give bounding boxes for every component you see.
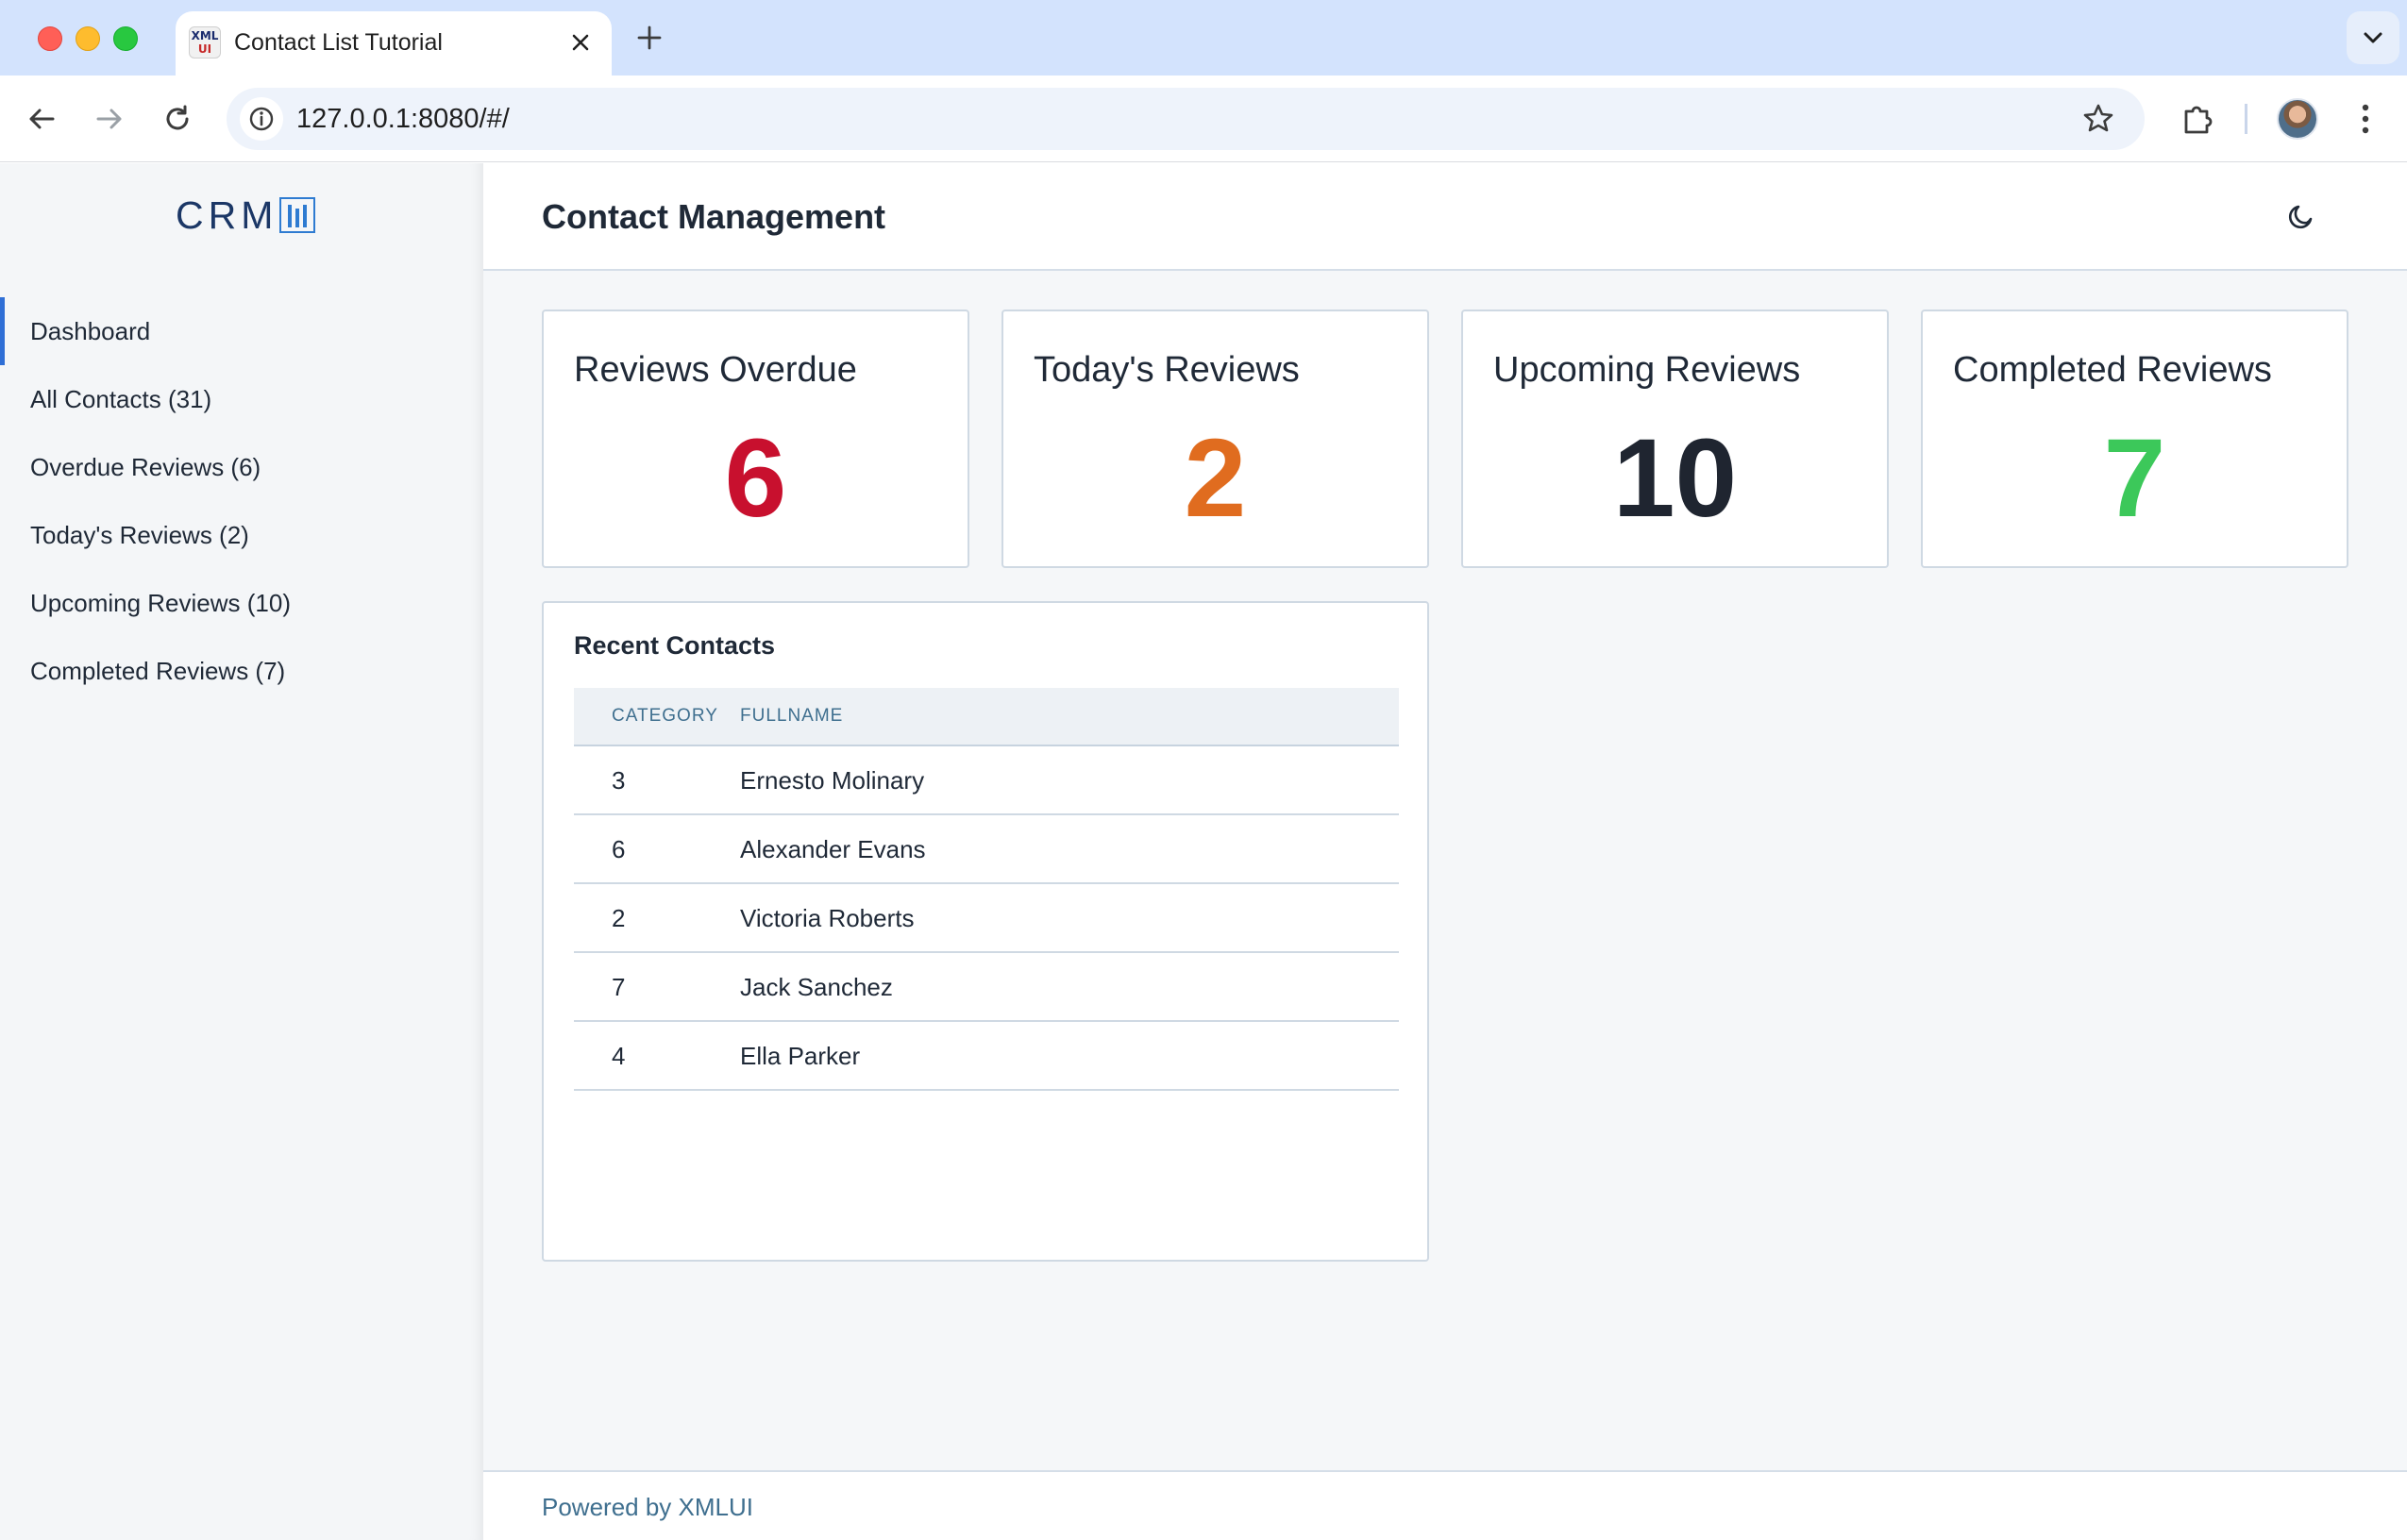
column-header-category[interactable]: CATEGORY [612,688,718,745]
app-header: Contact Management [483,163,2407,271]
card-value: 7 [2103,416,2166,541]
table-row[interactable]: 2 Victoria Roberts [574,884,1399,953]
card-label: Reviews Overdue [574,350,857,390]
dark-mode-moon-icon[interactable] [2282,197,2320,235]
sidebar-nav: Dashboard All Contacts (31) Overdue Revi… [0,297,483,705]
sidebar-item-completed-reviews[interactable]: Completed Reviews (7) [0,637,483,705]
powered-by-text: Powered by XMLUI [542,1493,753,1521]
profile-avatar[interactable] [2277,98,2318,140]
card-completed-reviews[interactable]: Completed Reviews 7 [1921,310,2348,568]
url-text[interactable]: 127.0.0.1:8080/#/ [296,101,510,137]
table-row[interactable]: 3 Ernesto Molinary [574,746,1399,815]
reload-icon[interactable] [159,100,196,138]
card-label: Today's Reviews [1034,350,1300,390]
toolbar-divider [2245,104,2247,134]
more-options-kebab-icon[interactable] [2347,98,2384,140]
cell-fullname: Jack Sanchez [740,973,893,1001]
browser-tab-active[interactable]: XML UI Contact List Tutorial [176,11,612,75]
sidebar-item-all-contacts[interactable]: All Contacts (31) [0,365,483,433]
sidebar-item-upcoming-reviews[interactable]: Upcoming Reviews (10) [0,569,483,637]
browser-tab-strip: XML UI Contact List Tutorial [0,0,2407,75]
sidebar-item-overdue-reviews[interactable]: Overdue Reviews (6) [0,433,483,501]
cell-category: 4 [612,1042,626,1070]
cell-category: 2 [612,904,626,932]
logo-bars-icon [279,197,316,233]
tab-title: Contact List Tutorial [234,29,443,56]
card-label: Upcoming Reviews [1493,350,1801,390]
recent-contacts-panel: Recent Contacts CATEGORY FULLNAME 3 Erne… [542,601,1429,1262]
column-header-fullname[interactable]: FULLNAME [740,688,843,745]
cell-fullname: Victoria Roberts [740,904,915,932]
xmlui-favicon-icon: XML UI [189,26,221,59]
main-content: Contact Management Reviews Overdue 6 Tod… [483,163,2407,1540]
card-upcoming-reviews[interactable]: Upcoming Reviews 10 [1461,310,1889,568]
card-label: Completed Reviews [1953,350,2272,390]
table-row[interactable]: 7 Jack Sanchez [574,953,1399,1022]
card-value: 2 [1184,416,1247,541]
card-todays-reviews[interactable]: Today's Reviews 2 [1002,310,1429,568]
recent-contacts-title: Recent Contacts [574,631,776,660]
app-root: CRM Dashboard All Contacts (31) Overdue … [0,163,2407,1540]
maximize-window-button[interactable] [113,26,138,51]
tab-search-chevron-down-icon[interactable] [2347,11,2399,64]
sidebar: CRM Dashboard All Contacts (31) Overdue … [0,163,483,1540]
card-value: 10 [1612,416,1738,541]
table-row[interactable]: 4 Ella Parker [574,1022,1399,1091]
recent-contacts-table: CATEGORY FULLNAME 3 Ernesto Molinary 6 A… [574,688,1399,1091]
crm-logo[interactable]: CRM [176,192,316,239]
table-header: CATEGORY FULLNAME [574,688,1399,746]
logo-text: CRM [176,193,278,237]
close-window-button[interactable] [38,26,62,51]
browser-toolbar: 127.0.0.1:8080/#/ [0,75,2407,162]
minimize-window-button[interactable] [76,26,100,51]
back-arrow-icon[interactable] [23,100,60,138]
bookmark-star-icon[interactable] [2080,101,2116,137]
page-title: Contact Management [542,197,886,236]
card-value: 6 [724,416,787,541]
sidebar-item-dashboard[interactable]: Dashboard [0,297,483,365]
sidebar-item-todays-reviews[interactable]: Today's Reviews (2) [0,501,483,569]
close-tab-icon[interactable] [566,28,595,57]
address-bar[interactable]: 127.0.0.1:8080/#/ [227,88,2145,150]
site-info-icon[interactable] [240,97,283,141]
cell-fullname: Ella Parker [740,1042,861,1070]
cell-category: 3 [612,766,626,795]
table-row[interactable]: 6 Alexander Evans [574,815,1399,884]
forward-arrow-icon[interactable] [91,100,128,138]
cell-category: 6 [612,835,626,863]
cell-fullname: Ernesto Molinary [740,766,925,795]
card-reviews-overdue[interactable]: Reviews Overdue 6 [542,310,969,568]
extensions-puzzle-icon[interactable] [2177,98,2218,140]
app-footer: Powered by XMLUI [483,1470,2407,1540]
cell-category: 7 [612,973,626,1001]
cell-fullname: Alexander Evans [740,835,926,863]
new-tab-plus-icon[interactable] [631,19,668,57]
